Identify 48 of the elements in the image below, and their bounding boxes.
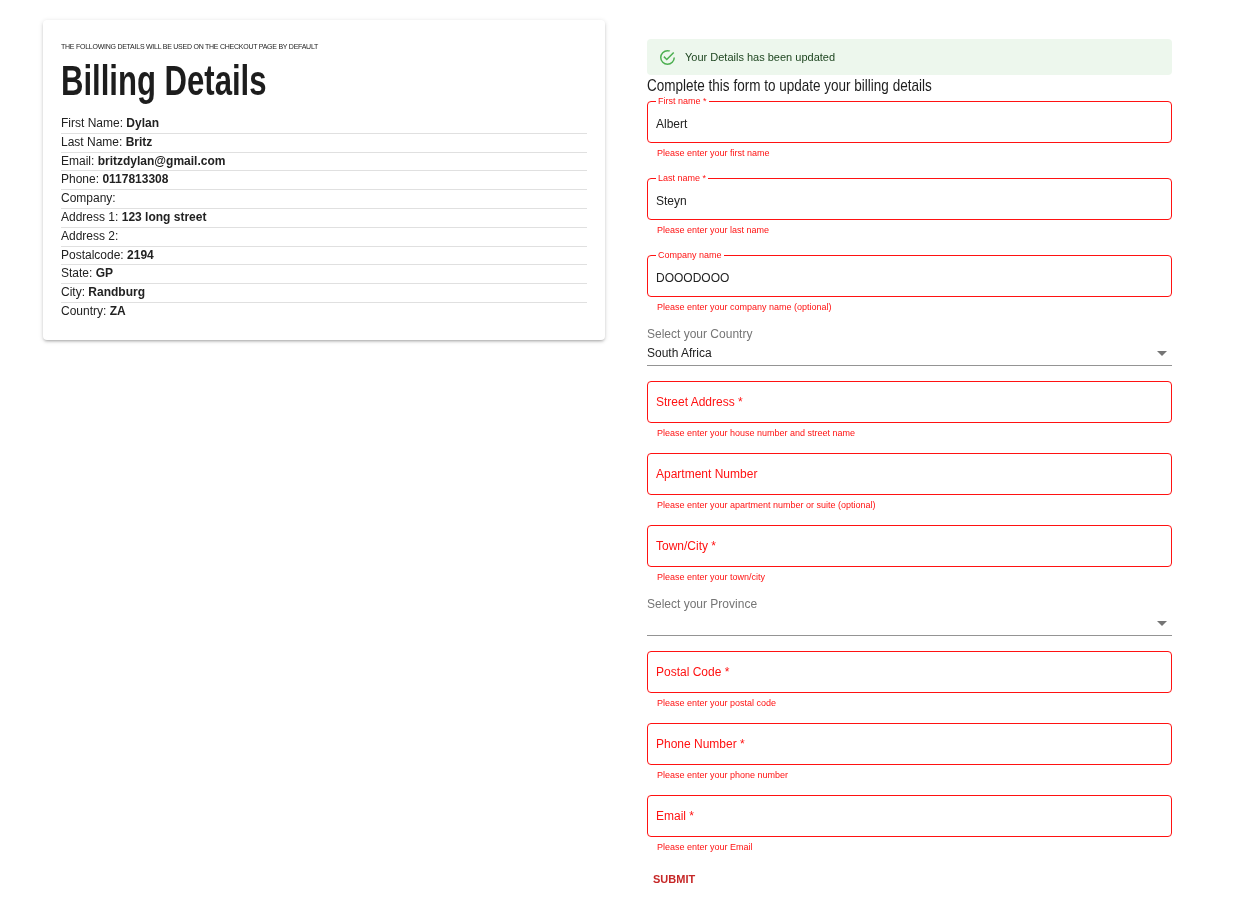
field-label: Postal Code * bbox=[656, 664, 731, 681]
field-label: Company name bbox=[657, 250, 723, 260]
billing-detail: Postalcode: 2194 bbox=[61, 247, 154, 262]
field-label: First name * bbox=[657, 96, 708, 106]
helper-text: Please enter your postal code bbox=[657, 698, 778, 708]
field-label: Apartment Number bbox=[656, 466, 759, 483]
billing-detail: City: Randburg bbox=[61, 285, 145, 300]
helper-text: Please enter your first name bbox=[657, 148, 771, 158]
text-field[interactable]: Apartment Number bbox=[647, 453, 1172, 495]
helper-text: Please enter your town/city bbox=[657, 572, 767, 582]
text-field[interactable]: Company name DOOODOOO bbox=[647, 250, 1172, 297]
select-field[interactable]: Select your Country South Africa bbox=[647, 327, 1172, 366]
field-label: Select your Province bbox=[647, 597, 759, 611]
field-label: Email * bbox=[656, 808, 695, 825]
card-title: Billing Details bbox=[61, 58, 267, 104]
billing-detail: Address 2: bbox=[61, 228, 119, 243]
helper-text: Please enter your house number and street name bbox=[657, 428, 857, 438]
field-label: Last name * bbox=[657, 173, 708, 183]
billing-detail: Country: ZA bbox=[61, 303, 126, 318]
billing-detail: Email: britzdylan@gmail.com bbox=[61, 153, 226, 168]
billing-detail: Company: bbox=[61, 191, 116, 206]
helper-text: Please enter your Email bbox=[657, 842, 754, 852]
caret-icon bbox=[1157, 620, 1167, 626]
select-field[interactable]: Select your Province bbox=[647, 597, 1172, 636]
text-field[interactable]: Town/City * bbox=[647, 525, 1172, 567]
helper-text: Please enter your last name bbox=[657, 225, 771, 235]
submit-button[interactable]: SUBMIT bbox=[647, 867, 702, 891]
field-label: Town/City * bbox=[656, 538, 718, 555]
text-field[interactable]: Phone Number * bbox=[647, 723, 1172, 765]
helper-text: Please enter your company name (optional) bbox=[657, 302, 833, 312]
field-label: Select your Country bbox=[647, 327, 754, 341]
text-field[interactable]: Postal Code * bbox=[647, 651, 1172, 693]
text-field[interactable]: Email * bbox=[647, 795, 1172, 837]
field-label: Phone Number * bbox=[656, 736, 746, 753]
alert-message: Your Details has been updated bbox=[685, 51, 836, 63]
field-label: Street Address * bbox=[656, 394, 744, 411]
caret-icon bbox=[1157, 350, 1167, 356]
text-field[interactable]: Street Address * bbox=[647, 381, 1172, 423]
form-heading: Complete this form to update your billing details bbox=[647, 77, 932, 95]
billing-detail: Phone: 0117813308 bbox=[61, 172, 169, 187]
billing-detail: First Name: Dylan bbox=[61, 116, 160, 130]
helper-text: Please enter your phone number bbox=[657, 770, 790, 780]
billing-detail: State: GP bbox=[61, 266, 114, 281]
helper-text: Please enter your apartment number or suite (optional) bbox=[657, 500, 877, 510]
billing-detail: Address 1: 123 long street bbox=[61, 210, 207, 224]
text-field[interactable]: Last name * Steyn bbox=[647, 173, 1172, 220]
billing-detail: Last Name: Britz bbox=[61, 134, 153, 149]
text-field[interactable]: First name * Albert bbox=[647, 96, 1172, 143]
